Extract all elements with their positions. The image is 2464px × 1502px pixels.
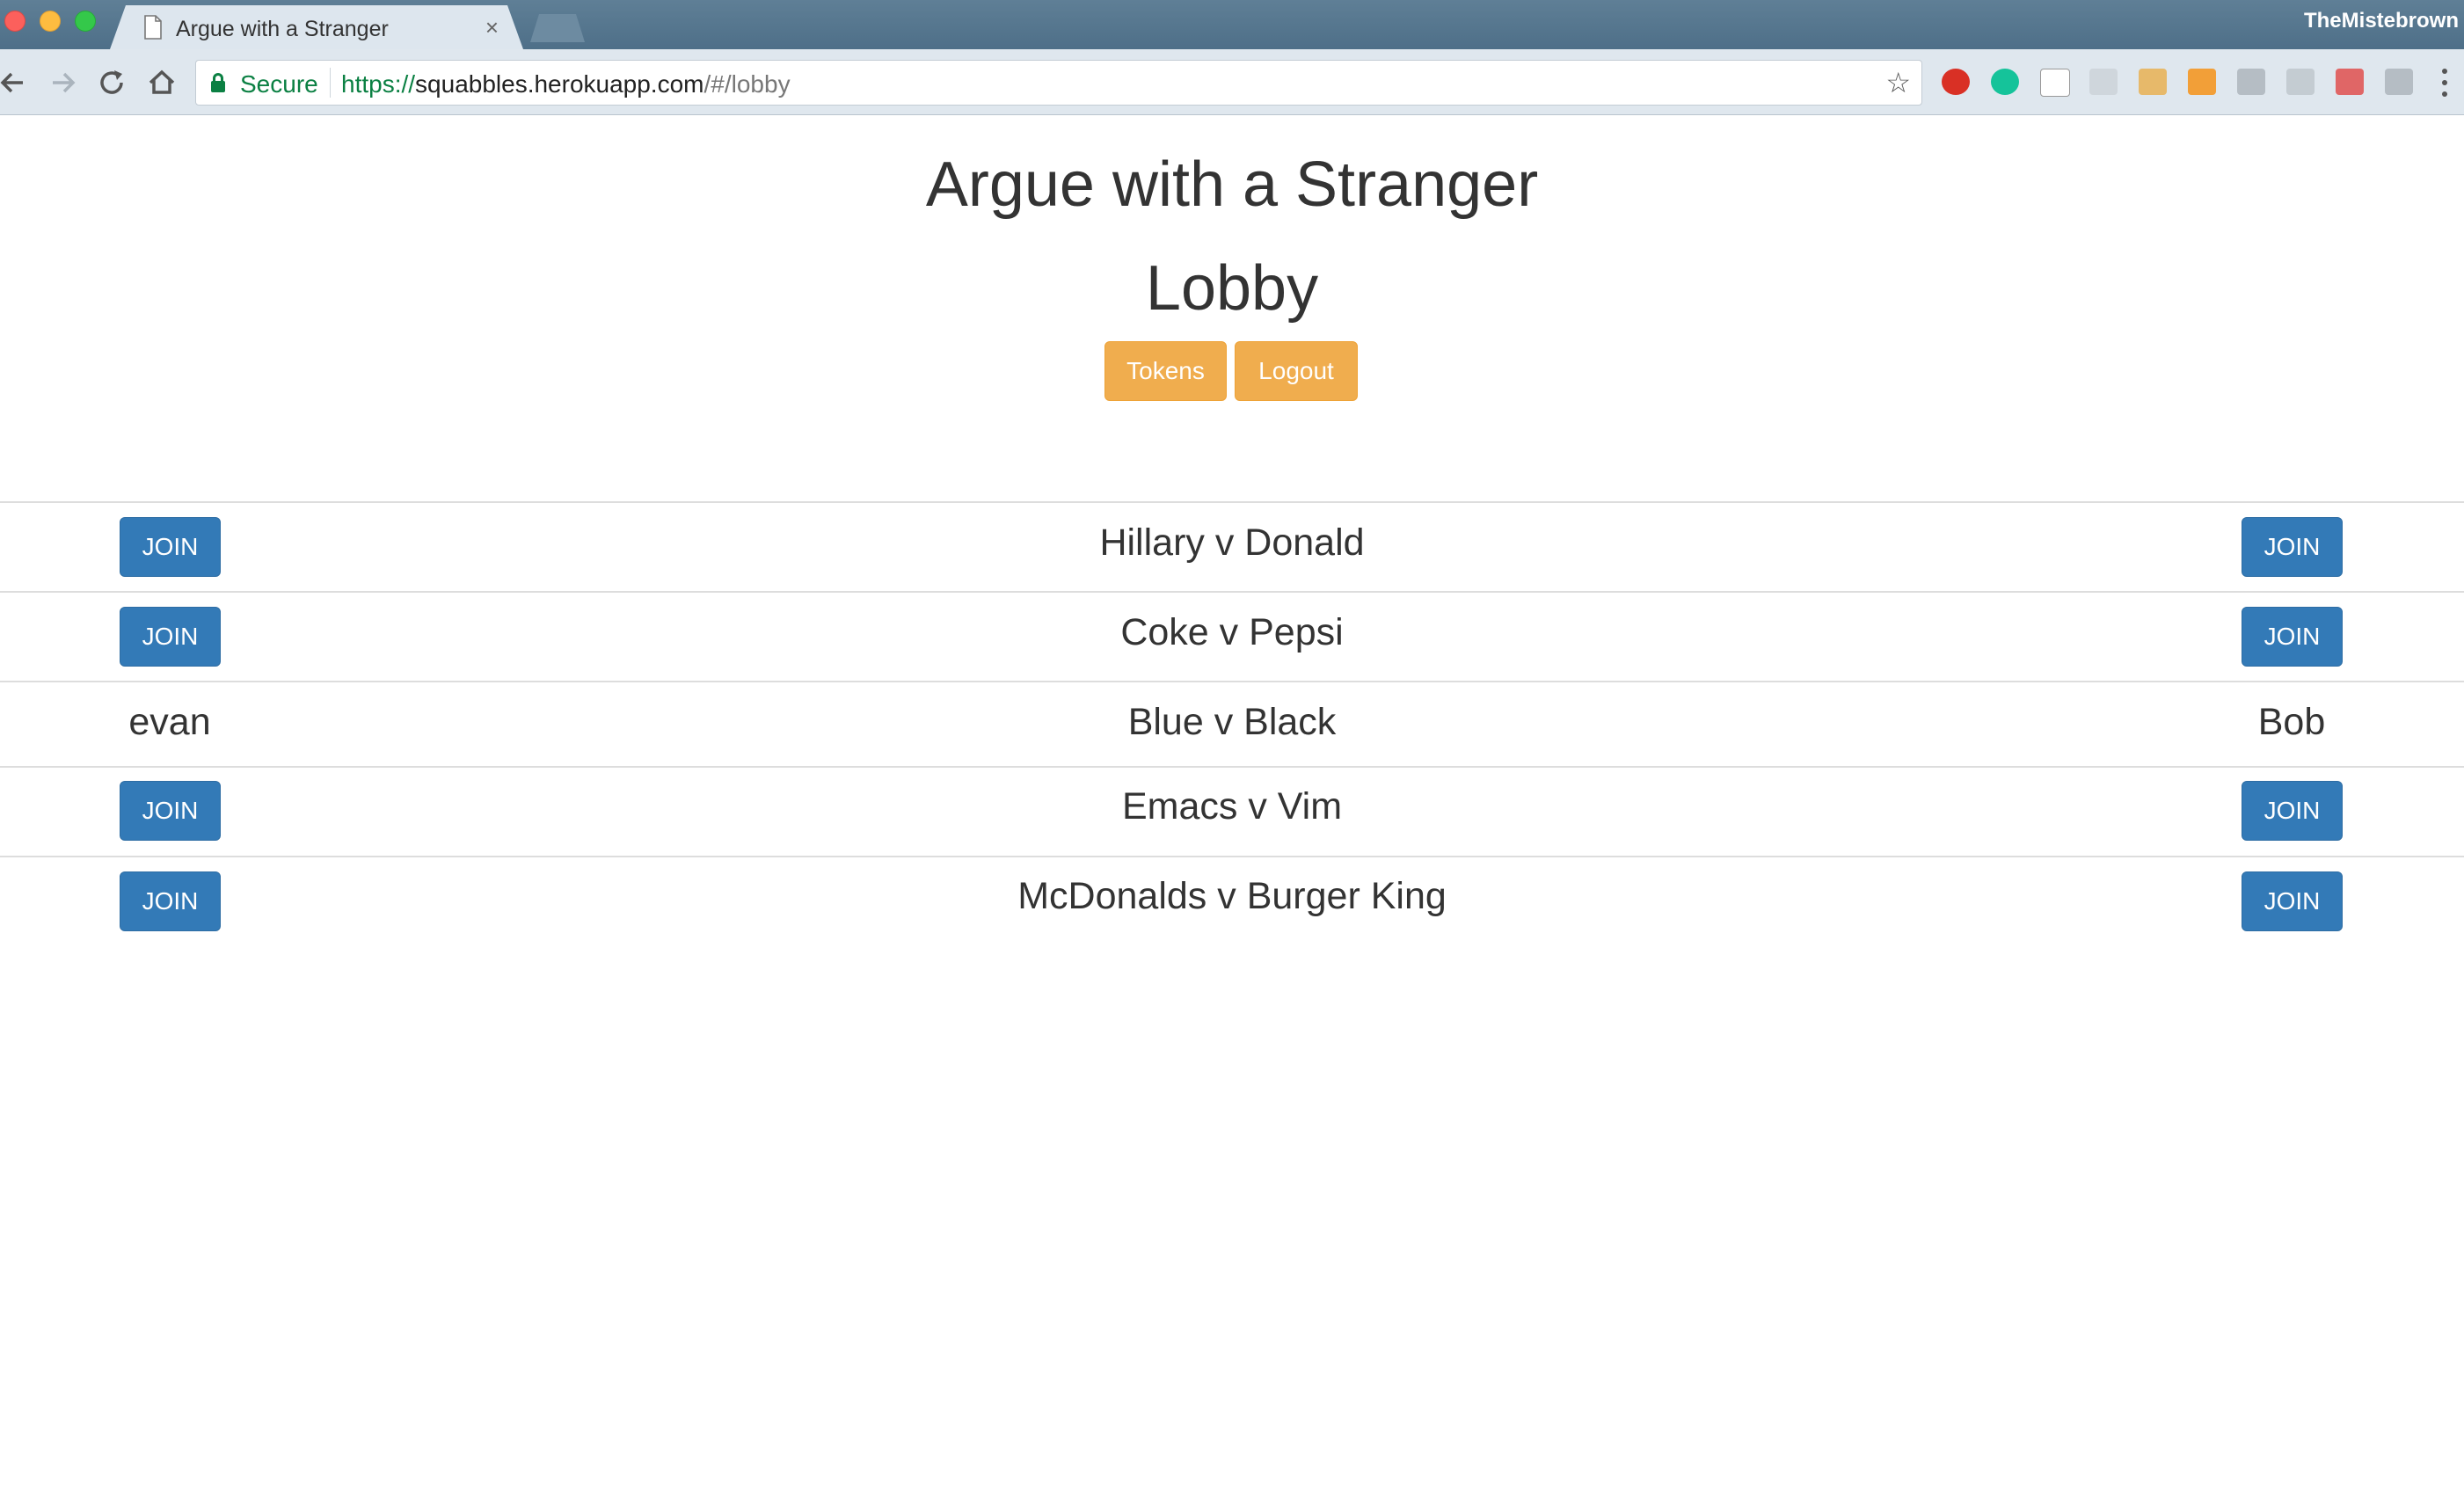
row-divider bbox=[0, 856, 2464, 857]
lock-icon bbox=[211, 73, 225, 92]
join-right-button[interactable]: JOIN bbox=[2242, 607, 2343, 667]
join-right-button[interactable]: JOIN bbox=[2242, 517, 2343, 577]
forward-arrow-icon[interactable] bbox=[46, 65, 81, 100]
extension-icon[interactable] bbox=[2336, 69, 2364, 95]
url-text: https://squabbles.herokuapp.com/#/lobby bbox=[341, 70, 791, 98]
adblock-plus-icon[interactable] bbox=[1942, 69, 1970, 95]
profile-name[interactable]: TheMistebrown bbox=[2304, 9, 2459, 33]
row-divider bbox=[0, 591, 2464, 593]
reload-icon[interactable] bbox=[95, 65, 130, 100]
browser-menu-icon[interactable] bbox=[2441, 67, 2448, 98]
close-window-button[interactable] bbox=[4, 11, 26, 32]
extension-icon[interactable] bbox=[2188, 69, 2216, 95]
row-divider bbox=[0, 766, 2464, 768]
browser-tab-bar: Argue with a Stranger × TheMistebrown bbox=[0, 0, 2464, 49]
url-scheme: https:// bbox=[341, 70, 416, 98]
extension-icon[interactable] bbox=[2089, 69, 2118, 95]
extension-icon[interactable] bbox=[2237, 69, 2265, 95]
address-divider bbox=[330, 68, 331, 98]
home-icon[interactable] bbox=[144, 65, 179, 100]
join-right-button[interactable]: JOIN bbox=[2242, 871, 2343, 931]
right-player-name: Bob bbox=[2257, 701, 2326, 743]
bookmark-star-icon[interactable]: ☆ bbox=[1885, 66, 1911, 99]
page-title: Argue with a Stranger bbox=[925, 149, 1539, 220]
tokens-button[interactable]: Tokens bbox=[1104, 341, 1227, 401]
row-divider bbox=[0, 501, 2464, 503]
extension-icon[interactable] bbox=[2139, 69, 2167, 95]
extension-icon[interactable] bbox=[2286, 69, 2315, 95]
grammarly-icon[interactable] bbox=[1991, 69, 2019, 95]
new-tab-button[interactable] bbox=[530, 14, 585, 42]
page-icon bbox=[143, 15, 163, 40]
lobby-heading: Lobby bbox=[1145, 253, 1319, 324]
address-bar[interactable]: Secure https://squabbles.herokuapp.com/#… bbox=[195, 60, 1922, 106]
logout-button[interactable]: Logout bbox=[1235, 341, 1358, 401]
url-host: squabbles.herokuapp.com bbox=[415, 70, 704, 98]
security-label: Secure bbox=[240, 70, 318, 98]
room-topic: Blue v Black bbox=[1127, 701, 1337, 743]
extension-icon[interactable] bbox=[2040, 69, 2070, 97]
join-right-button[interactable]: JOIN bbox=[2242, 781, 2343, 841]
room-topic: Coke v Pepsi bbox=[1120, 611, 1344, 653]
tab-close-icon[interactable]: × bbox=[485, 14, 499, 41]
browser-tab-active[interactable]: Argue with a Stranger × bbox=[110, 5, 523, 49]
url-path: /#/lobby bbox=[703, 70, 791, 98]
room-topic: McDonalds v Burger King bbox=[1017, 875, 1447, 917]
page-content: Argue with a Stranger Lobby Tokens Logou… bbox=[0, 115, 2464, 1502]
tab-title: Argue with a Stranger bbox=[176, 17, 389, 41]
row-divider bbox=[0, 681, 2464, 682]
maximize-window-button[interactable] bbox=[75, 11, 96, 32]
room-topic: Hillary v Donald bbox=[1099, 521, 1365, 564]
room-topic: Emacs v Vim bbox=[1121, 785, 1343, 828]
minimize-window-button[interactable] bbox=[40, 11, 61, 32]
extension-icon[interactable] bbox=[2385, 69, 2413, 95]
back-arrow-icon[interactable] bbox=[0, 65, 32, 100]
